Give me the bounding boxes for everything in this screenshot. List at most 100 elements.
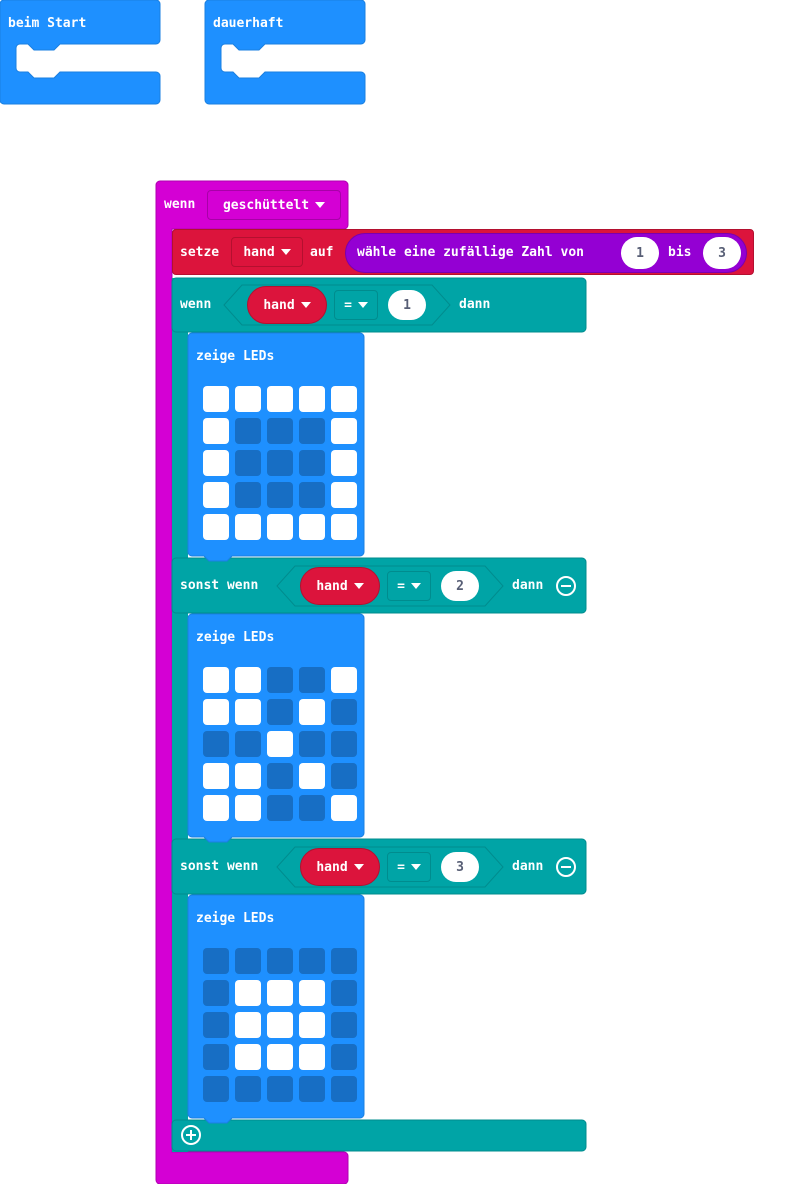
led-r2-c2[interactable] [267, 450, 293, 476]
then-label: dann [512, 859, 544, 874]
led-r1-c3[interactable] [299, 699, 325, 725]
led-r3-c0[interactable] [203, 482, 229, 508]
led-r2-c3[interactable] [299, 450, 325, 476]
led-r1-c0[interactable] [203, 699, 229, 725]
if-footer[interactable] [171, 1119, 587, 1152]
led-r3-c3[interactable] [299, 482, 325, 508]
led-r2-c4[interactable] [331, 731, 357, 757]
led-r3-c2[interactable] [267, 1044, 293, 1070]
led-r4-c0[interactable] [203, 795, 229, 821]
compare-value-input[interactable]: 1 [388, 290, 426, 320]
led-r1-c2[interactable] [267, 699, 293, 725]
led-r4-c1[interactable] [235, 795, 261, 821]
led-r1-c0[interactable] [203, 980, 229, 1006]
chevron-down-icon [410, 583, 421, 589]
led-r2-c4[interactable] [331, 1012, 357, 1038]
led-r3-c4[interactable] [331, 482, 357, 508]
show-leds-label: zeige LEDs [196, 349, 275, 364]
led-r0-c1[interactable] [235, 386, 261, 412]
led-r3-c1[interactable] [235, 482, 261, 508]
variable-name: hand [316, 859, 348, 875]
led-r2-c3[interactable] [299, 1012, 325, 1038]
led-r1-c4[interactable] [331, 418, 357, 444]
variable-reporter[interactable]: hand [247, 286, 327, 324]
remove-elseif-icon[interactable] [556, 857, 576, 877]
led-r3-c0[interactable] [203, 1044, 229, 1070]
led-r4-c1[interactable] [235, 1076, 261, 1102]
led-r4-c1[interactable] [235, 514, 261, 540]
led-r0-c1[interactable] [235, 667, 261, 693]
led-r2-c1[interactable] [235, 450, 261, 476]
led-r2-c1[interactable] [235, 731, 261, 757]
led-r0-c3[interactable] [299, 948, 325, 974]
led-r3-c4[interactable] [331, 1044, 357, 1070]
led-r4-c4[interactable] [331, 795, 357, 821]
led-r0-c0[interactable] [203, 948, 229, 974]
led-r2-c4[interactable] [331, 450, 357, 476]
led-r4-c3[interactable] [299, 1076, 325, 1102]
remove-elseif-icon[interactable] [556, 576, 576, 596]
led-r3-c2[interactable] [267, 763, 293, 789]
led-r4-c0[interactable] [203, 514, 229, 540]
operator-dropdown[interactable]: = [334, 290, 378, 320]
led-r1-c4[interactable] [331, 699, 357, 725]
led-r3-c0[interactable] [203, 763, 229, 789]
led-r0-c4[interactable] [331, 667, 357, 693]
led-r1-c1[interactable] [235, 980, 261, 1006]
led-r0-c0[interactable] [203, 667, 229, 693]
led-r0-c3[interactable] [299, 667, 325, 693]
led-r2-c3[interactable] [299, 731, 325, 757]
led-r2-c2[interactable] [267, 731, 293, 757]
led-r3-c1[interactable] [235, 763, 261, 789]
led-r1-c1[interactable] [235, 418, 261, 444]
elseif-label: sonst wenn [180, 578, 259, 593]
variable-reporter[interactable]: hand [300, 567, 380, 605]
led-r0-c2[interactable] [267, 948, 293, 974]
led-r3-c3[interactable] [299, 1044, 325, 1070]
led-r1-c3[interactable] [299, 980, 325, 1006]
led-r1-c0[interactable] [203, 418, 229, 444]
led-r0-c2[interactable] [267, 386, 293, 412]
led-r0-c4[interactable] [331, 948, 357, 974]
led-r4-c4[interactable] [331, 1076, 357, 1102]
led-r4-c2[interactable] [267, 1076, 293, 1102]
led-r0-c3[interactable] [299, 386, 325, 412]
chevron-down-icon [357, 302, 368, 308]
led-r0-c4[interactable] [331, 386, 357, 412]
compare-value-input[interactable]: 2 [441, 571, 479, 601]
led-r4-c3[interactable] [299, 795, 325, 821]
led-grid-1 [203, 386, 357, 540]
operator-dropdown[interactable]: = [387, 852, 431, 882]
led-r4-c2[interactable] [267, 514, 293, 540]
led-r2-c1[interactable] [235, 1012, 261, 1038]
led-r0-c1[interactable] [235, 948, 261, 974]
variable-reporter[interactable]: hand [300, 848, 380, 886]
show-leds-label: zeige LEDs [196, 630, 275, 645]
led-r2-c0[interactable] [203, 731, 229, 757]
led-r3-c2[interactable] [267, 482, 293, 508]
led-r4-c4[interactable] [331, 514, 357, 540]
add-elseif-icon[interactable] [181, 1125, 201, 1145]
led-r2-c0[interactable] [203, 1012, 229, 1038]
led-r3-c3[interactable] [299, 763, 325, 789]
chevron-down-icon [300, 302, 311, 308]
operator-value: = [397, 859, 405, 875]
led-r1-c4[interactable] [331, 980, 357, 1006]
compare-value-input[interactable]: 3 [441, 852, 479, 882]
led-r0-c2[interactable] [267, 667, 293, 693]
led-r3-c4[interactable] [331, 763, 357, 789]
led-r1-c2[interactable] [267, 418, 293, 444]
chevron-down-icon [353, 583, 364, 589]
led-r1-c3[interactable] [299, 418, 325, 444]
led-r4-c3[interactable] [299, 514, 325, 540]
led-r4-c0[interactable] [203, 1076, 229, 1102]
led-r3-c1[interactable] [235, 1044, 261, 1070]
variable-name: hand [316, 578, 348, 594]
led-r4-c2[interactable] [267, 795, 293, 821]
operator-dropdown[interactable]: = [387, 571, 431, 601]
led-r1-c2[interactable] [267, 980, 293, 1006]
led-r2-c2[interactable] [267, 1012, 293, 1038]
led-r1-c1[interactable] [235, 699, 261, 725]
led-r0-c0[interactable] [203, 386, 229, 412]
led-r2-c0[interactable] [203, 450, 229, 476]
